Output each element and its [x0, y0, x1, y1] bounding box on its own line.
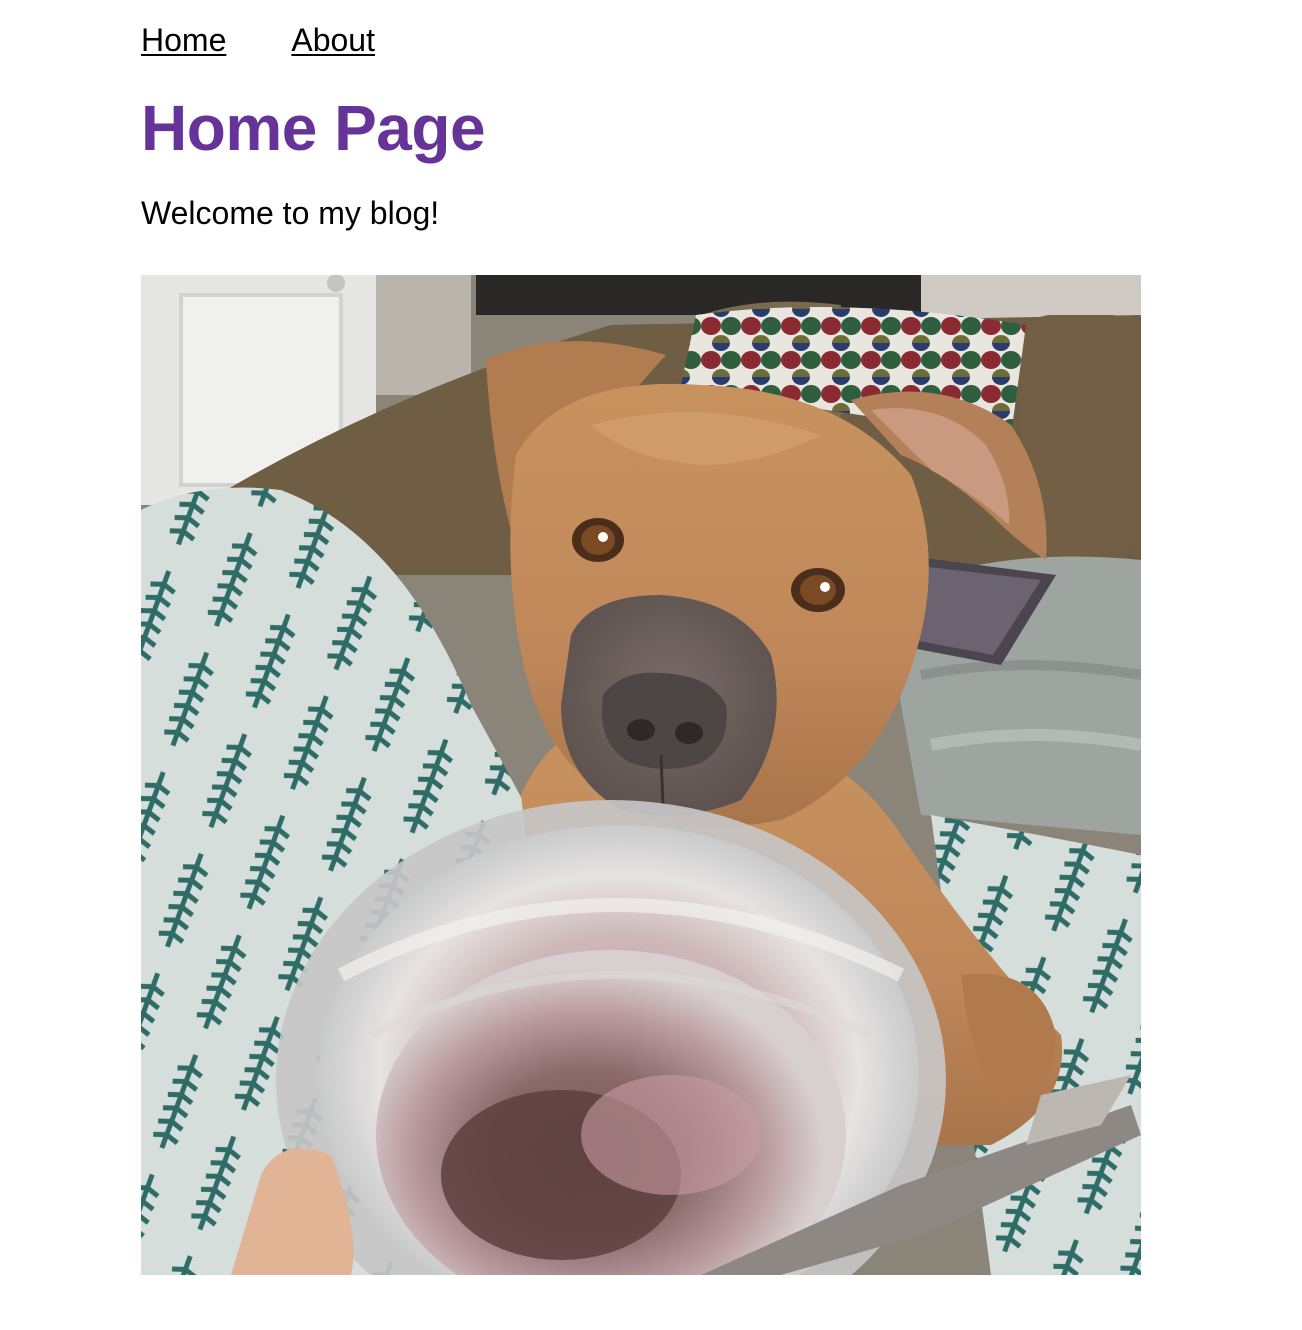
nav-link-home[interactable]: Home	[141, 22, 226, 58]
page-content: Home About Home Page Welcome to my blog!	[141, 0, 1141, 1275]
top-nav: Home About	[141, 0, 1141, 82]
page-title: Home Page	[141, 92, 486, 164]
dog-photo	[141, 275, 1141, 1275]
intro-text: Welcome to my blog!	[141, 195, 440, 231]
nav-link-about[interactable]: About	[291, 22, 375, 58]
